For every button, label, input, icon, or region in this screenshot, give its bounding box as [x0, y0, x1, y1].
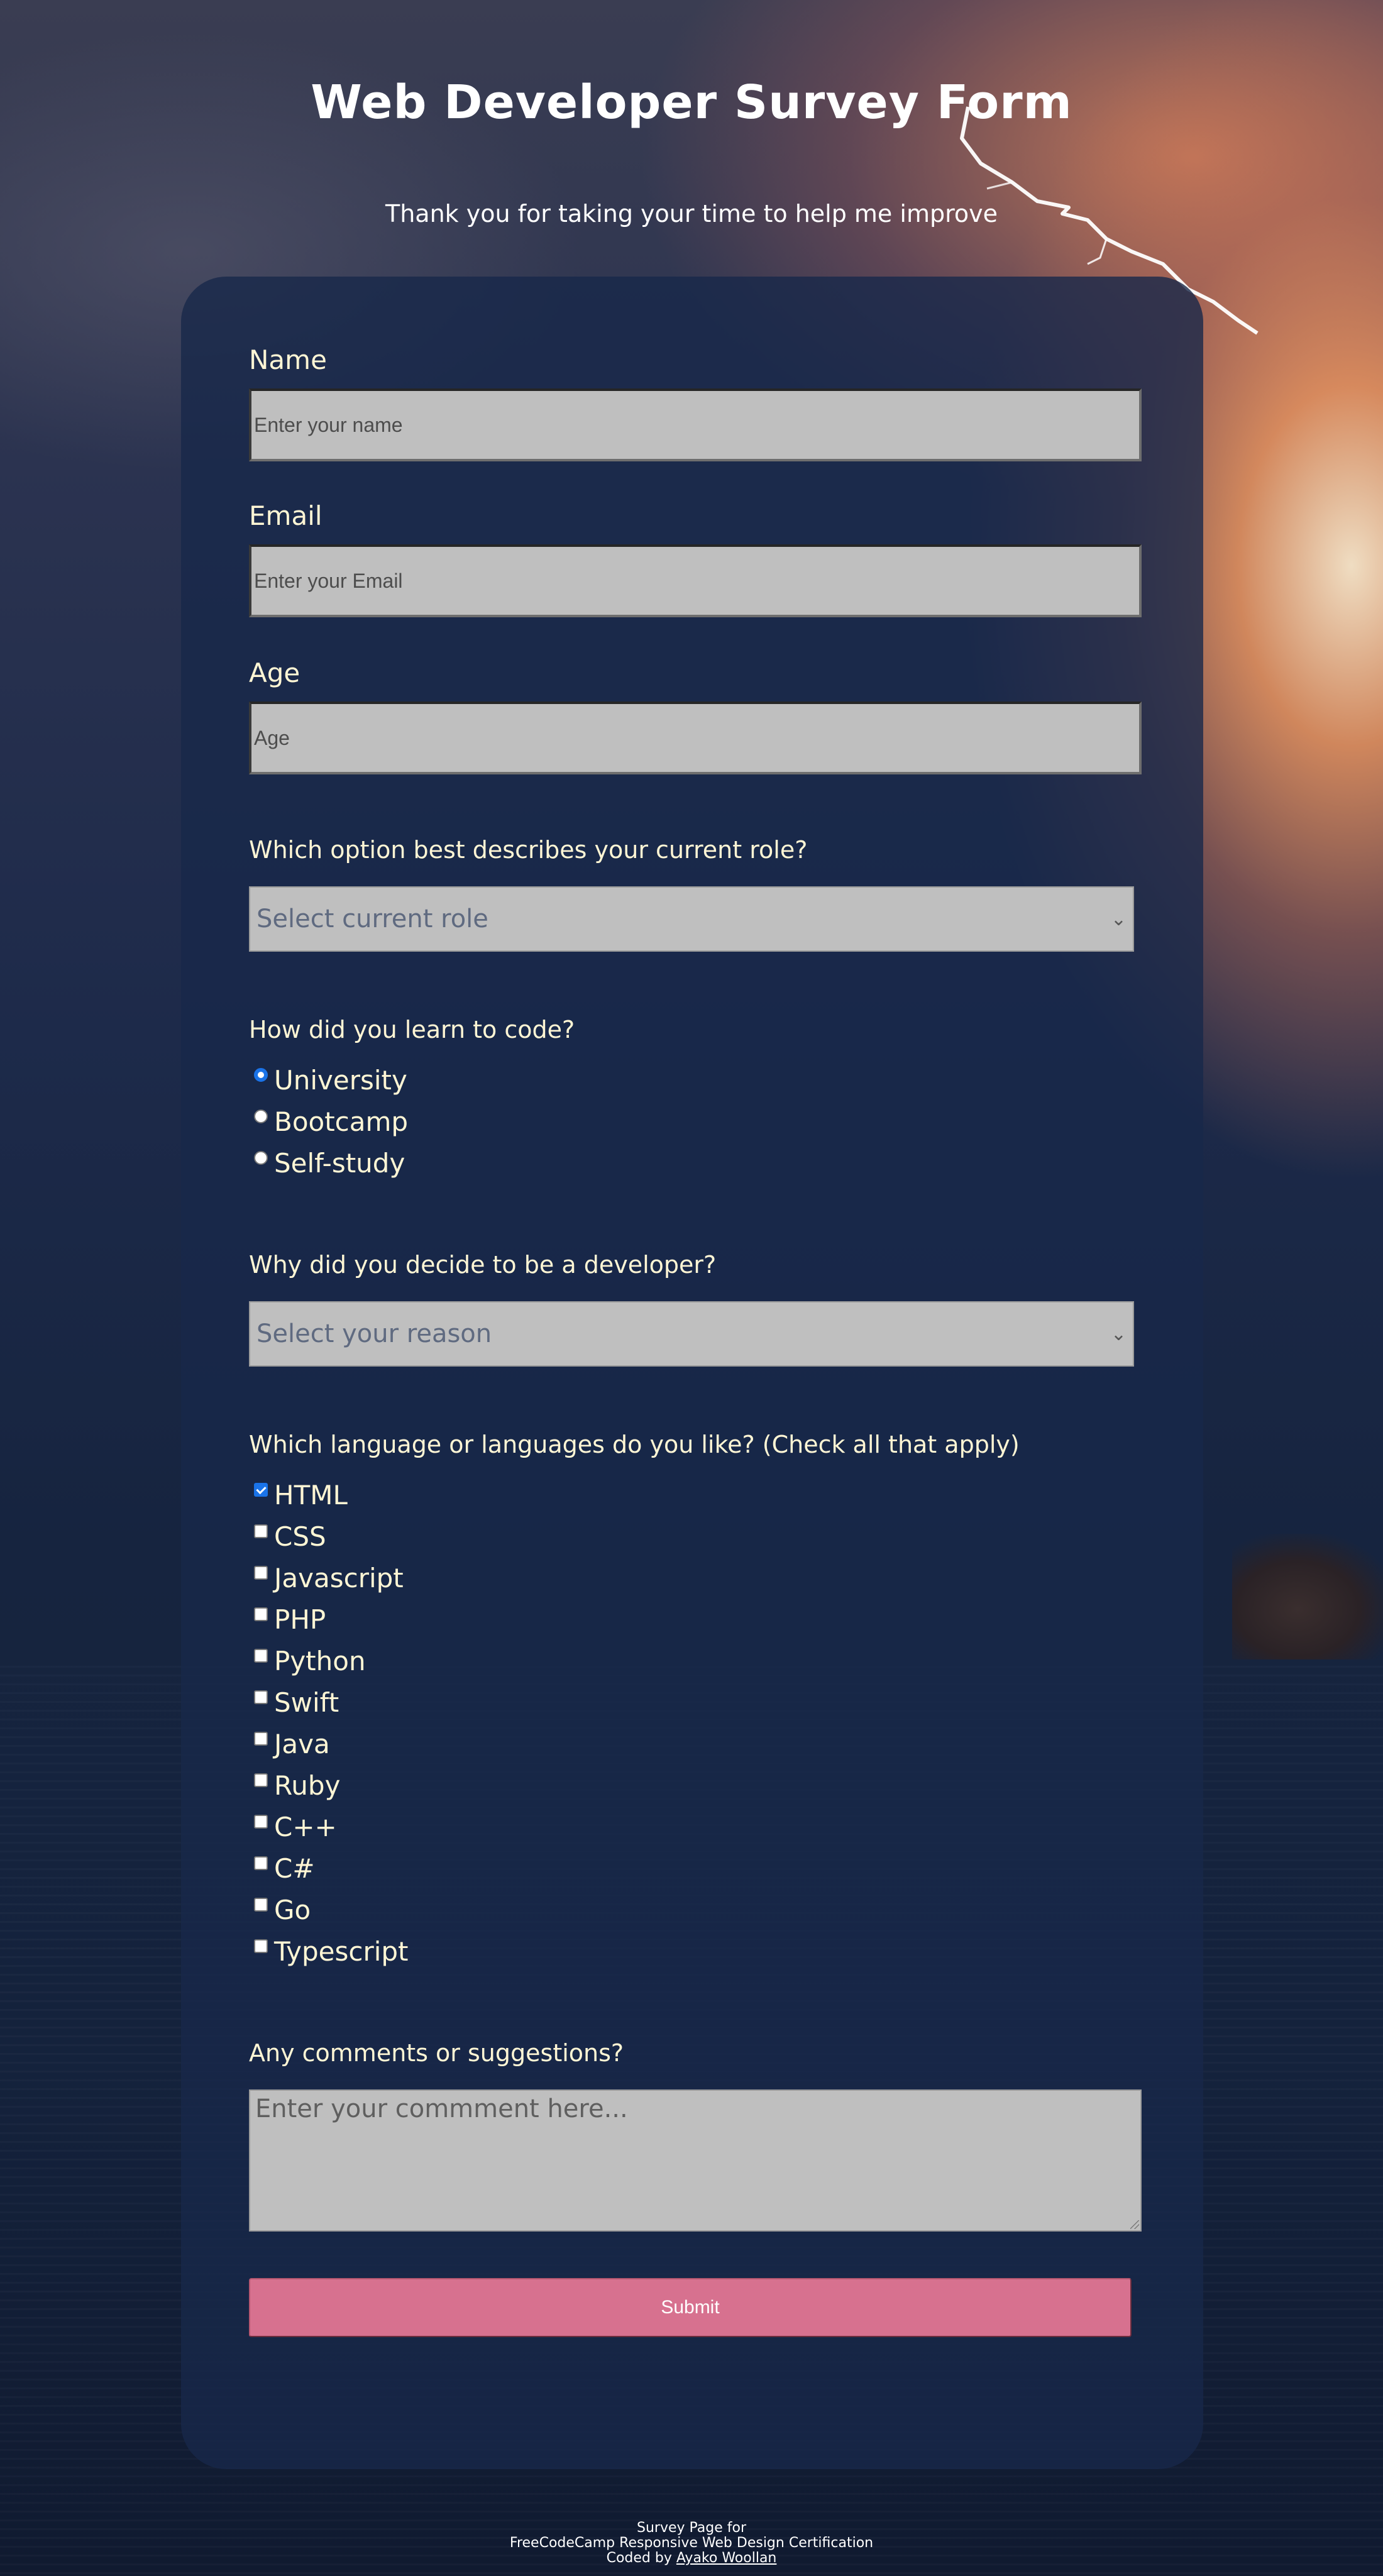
radio-label: Bootcamp [274, 1106, 409, 1137]
radio-label: Self-study [274, 1148, 405, 1179]
age-input[interactable]: Age [249, 702, 1142, 774]
languages-question: Which language or languages do you like?… [249, 1431, 1020, 1458]
learn-question: How did you learn to code? [249, 1016, 575, 1043]
checkbox-icon[interactable] [254, 1814, 268, 1829]
checkbox-option-python[interactable]: Python [254, 1646, 366, 1676]
submit-button[interactable]: Submit [249, 2278, 1132, 2337]
role-question: Which option best describes your current… [249, 836, 808, 864]
chevron-down-icon: ⌄ [1110, 908, 1127, 930]
checkbox-icon[interactable] [254, 1524, 268, 1538]
checkbox-option-cpp[interactable]: C++ [254, 1812, 337, 1842]
checkbox-option-csharp[interactable]: C# [254, 1853, 315, 1884]
email-placeholder: Enter your Email [254, 569, 403, 592]
checkbox-option-php[interactable]: PHP [254, 1604, 326, 1635]
checkbox-label: Python [274, 1646, 366, 1676]
email-input[interactable]: Enter your Email [249, 544, 1142, 617]
reason-select[interactable]: Select your reason ⌄ [249, 1301, 1134, 1367]
age-placeholder: Age [254, 726, 290, 749]
checkbox-option-typescript[interactable]: Typescript [254, 1936, 409, 1967]
checkbox-icon[interactable] [254, 1939, 268, 1953]
checkbox-option-go[interactable]: Go [254, 1895, 311, 1925]
footer-line-3: Coded by Ayako Woollan [0, 2551, 1383, 2566]
chevron-down-icon: ⌄ [1110, 1323, 1127, 1345]
checkbox-label: Java [274, 1729, 330, 1759]
reason-question: Why did you decide to be a developer? [249, 1251, 717, 1279]
checkbox-option-css[interactable]: CSS [254, 1521, 326, 1552]
footer-credit-prefix: Coded by [606, 2550, 676, 2566]
name-input[interactable]: Enter your name [249, 388, 1142, 461]
checkbox-icon[interactable] [254, 1773, 268, 1787]
checkbox-label: Javascript [274, 1563, 404, 1593]
name-placeholder: Enter your name [254, 413, 403, 436]
checkbox-icon[interactable] [254, 1731, 268, 1746]
checkbox-option-javascript[interactable]: Javascript [254, 1563, 404, 1593]
comments-textarea[interactable]: Enter your commment here... [249, 2089, 1142, 2232]
radio-option-self-study[interactable]: Self-study [254, 1148, 405, 1179]
background-island [1232, 1534, 1383, 1660]
checkbox-label: Swift [274, 1687, 339, 1718]
checkbox-label: HTML [274, 1480, 348, 1511]
radio-option-university[interactable]: University [254, 1065, 407, 1096]
age-label: Age [249, 658, 300, 688]
role-select[interactable]: Select current role ⌄ [249, 886, 1134, 952]
checkbox-label: Typescript [274, 1936, 409, 1967]
page-title: Web Developer Survey Form [311, 75, 1072, 129]
radio-icon[interactable] [254, 1109, 268, 1123]
checkbox-icon[interactable] [254, 1482, 268, 1497]
footer-line-2: FreeCodeCamp Responsive Web Design Certi… [509, 2535, 874, 2551]
comments-placeholder: Enter your commment here... [255, 2094, 628, 2123]
checkbox-option-swift[interactable]: Swift [254, 1687, 339, 1718]
resize-grip-icon[interactable] [1130, 2220, 1139, 2229]
radio-icon[interactable] [254, 1150, 268, 1165]
checkbox-icon[interactable] [254, 1565, 268, 1580]
checkbox-option-html[interactable]: HTML [254, 1480, 348, 1511]
role-select-value: Select current role [256, 905, 488, 933]
name-label: Name [249, 344, 327, 375]
page-description: Thank you for taking your time to help m… [385, 200, 998, 228]
email-label: Email [249, 500, 322, 531]
checkbox-option-ruby[interactable]: Ruby [254, 1770, 340, 1801]
footer: Survey Page for FreeCodeCamp Responsive … [0, 2521, 1383, 2566]
checkbox-icon[interactable] [254, 1690, 268, 1704]
checkbox-icon[interactable] [254, 1648, 268, 1663]
checkbox-icon[interactable] [254, 1856, 268, 1870]
checkbox-label: C# [274, 1853, 315, 1884]
checkbox-label: Ruby [274, 1770, 341, 1801]
checkbox-icon[interactable] [254, 1897, 268, 1912]
checkbox-icon[interactable] [254, 1607, 268, 1621]
author-link[interactable]: Ayako Woollan [676, 2550, 777, 2566]
checkbox-label: C++ [274, 1812, 337, 1842]
radio-label: University [274, 1065, 407, 1096]
comments-question: Any comments or suggestions? [249, 2039, 624, 2067]
reason-select-value: Select your reason [256, 1319, 492, 1348]
checkbox-label: PHP [274, 1604, 326, 1635]
checkbox-option-java[interactable]: Java [254, 1729, 330, 1759]
checkbox-label: CSS [274, 1521, 326, 1552]
footer-line-1: Survey Page for [636, 2520, 747, 2536]
radio-option-bootcamp[interactable]: Bootcamp [254, 1106, 408, 1137]
checkbox-label: Go [274, 1895, 311, 1925]
radio-icon[interactable] [254, 1067, 268, 1082]
